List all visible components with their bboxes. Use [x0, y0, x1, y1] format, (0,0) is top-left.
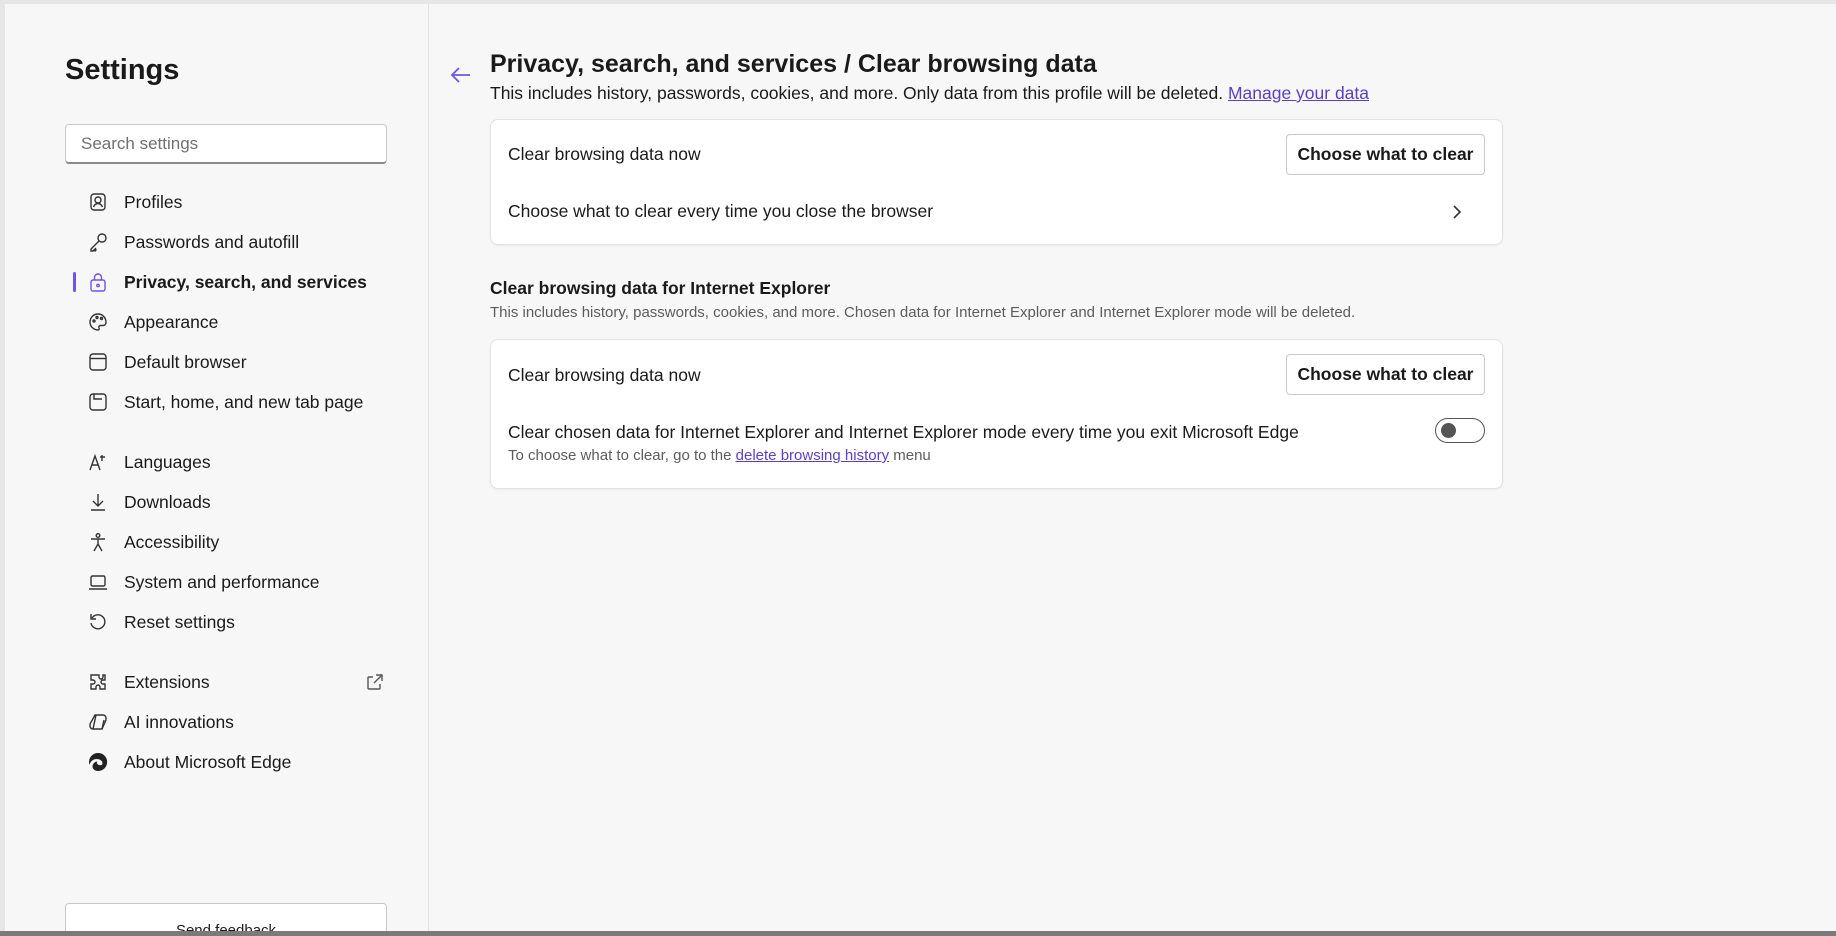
sidebar-item-label: Extensions [124, 671, 210, 692]
sidebar-item-label: AI innovations [124, 711, 234, 732]
sidebar-item-label: Passwords and autofill [124, 231, 300, 252]
sidebar-item-default-browser[interactable]: Default browser [65, 342, 395, 382]
ie-clear-hint: To choose what to clear, go to the delet… [508, 447, 931, 464]
sidebar-item-label: Appearance [124, 311, 219, 332]
window-bottom-edge [0, 931, 1836, 936]
clear-browsing-card: Clear browsing data now Choose what to c… [490, 119, 1503, 245]
sidebar: Settings Profiles Passwords and autofill… [5, 4, 429, 936]
toggle-knob [1441, 423, 1456, 438]
open-external-icon[interactable] [365, 672, 385, 692]
edge-logo-icon [87, 751, 109, 773]
nav-group-main: Profiles Passwords and autofill Privacy,… [65, 182, 395, 422]
ie-clear-card: Clear browsing data now Choose what to c… [490, 339, 1503, 489]
back-arrow-icon[interactable] [448, 62, 474, 88]
sidebar-title: Settings [65, 54, 180, 86]
sidebar-item-about-edge[interactable]: About Microsoft Edge [65, 742, 395, 782]
sidebar-item-label: Start, home, and new tab page [124, 391, 364, 412]
lock-icon [87, 271, 109, 293]
sidebar-item-label: System and performance [124, 571, 320, 592]
sidebar-item-system[interactable]: System and performance [65, 562, 395, 602]
profile-icon [87, 191, 109, 213]
sidebar-item-accessibility[interactable]: Accessibility [65, 522, 395, 562]
sidebar-item-label: Languages [124, 451, 211, 472]
sidebar-item-reset[interactable]: Reset settings [65, 602, 395, 642]
laptop-icon [87, 571, 109, 593]
page-title: Privacy, search, and services / Clear br… [490, 50, 1097, 78]
ie-section-heading: Clear browsing data for Internet Explore… [490, 278, 831, 298]
chevron-right-icon [1448, 203, 1466, 221]
sidebar-item-extensions[interactable]: Extensions [65, 662, 395, 702]
search-settings-input[interactable] [65, 124, 387, 164]
ie-section-description: This includes history, passwords, cookie… [490, 304, 1356, 321]
sidebar-item-label: About Microsoft Edge [124, 751, 292, 772]
extensions-icon [87, 671, 109, 693]
choose-what-to-clear-button[interactable]: Choose what to clear [1286, 134, 1485, 175]
manage-your-data-link[interactable]: Manage your data [1228, 83, 1369, 103]
ie-clear-on-exit-toggle[interactable] [1435, 418, 1485, 443]
sidebar-item-ai-innovations[interactable]: AI innovations [65, 702, 395, 742]
sidebar-item-appearance[interactable]: Appearance [65, 302, 395, 342]
ie-choose-what-to-clear-button[interactable]: Choose what to clear [1286, 354, 1485, 395]
sidebar-item-start-home[interactable]: Start, home, and new tab page [65, 382, 395, 422]
browser-window-icon [87, 351, 109, 373]
delete-browsing-history-link[interactable]: delete browsing history [736, 447, 889, 464]
key-icon [87, 231, 109, 253]
page-description-text: This includes history, passwords, cookie… [490, 83, 1224, 103]
languages-icon [87, 451, 109, 473]
sidebar-item-privacy[interactable]: Privacy, search, and services [65, 262, 395, 302]
nav-group-secondary: Languages Downloads Accessibility System… [65, 442, 395, 642]
sidebar-item-languages[interactable]: Languages [65, 442, 395, 482]
sidebar-item-label: Profiles [124, 191, 183, 212]
clear-on-close-row[interactable]: Choose what to clear every time you clos… [491, 184, 1502, 244]
sidebar-item-label: Privacy, search, and services [124, 271, 367, 292]
ie-clear-now-label: Clear browsing data now [508, 365, 701, 385]
page-description: This includes history, passwords, cookie… [490, 83, 1369, 104]
sidebar-item-profiles[interactable]: Profiles [65, 182, 395, 222]
sidebar-item-label: Downloads [124, 491, 211, 512]
sidebar-item-label: Default browser [124, 351, 247, 372]
home-tab-icon [87, 391, 109, 413]
clear-now-label: Clear browsing data now [508, 144, 701, 164]
ie-clear-hint-suffix: menu [893, 447, 931, 464]
ie-clear-on-exit-label: Clear chosen data for Internet Explorer … [508, 422, 1299, 442]
sidebar-item-label: Accessibility [124, 531, 220, 552]
palette-icon [87, 311, 109, 333]
sidebar-item-downloads[interactable]: Downloads [65, 482, 395, 522]
clear-on-close-label: Choose what to clear every time you clos… [508, 201, 934, 221]
sidebar-item-passwords[interactable]: Passwords and autofill [65, 222, 395, 262]
nav-group-extra: Extensions AI innovations About Microsof… [65, 662, 395, 782]
download-icon [87, 491, 109, 513]
ie-clear-hint-prefix: To choose what to clear, go to the [508, 447, 732, 464]
accessibility-icon [87, 531, 109, 553]
ai-icon [87, 711, 109, 733]
sidebar-item-label: Reset settings [124, 611, 235, 632]
reset-icon [87, 611, 109, 633]
